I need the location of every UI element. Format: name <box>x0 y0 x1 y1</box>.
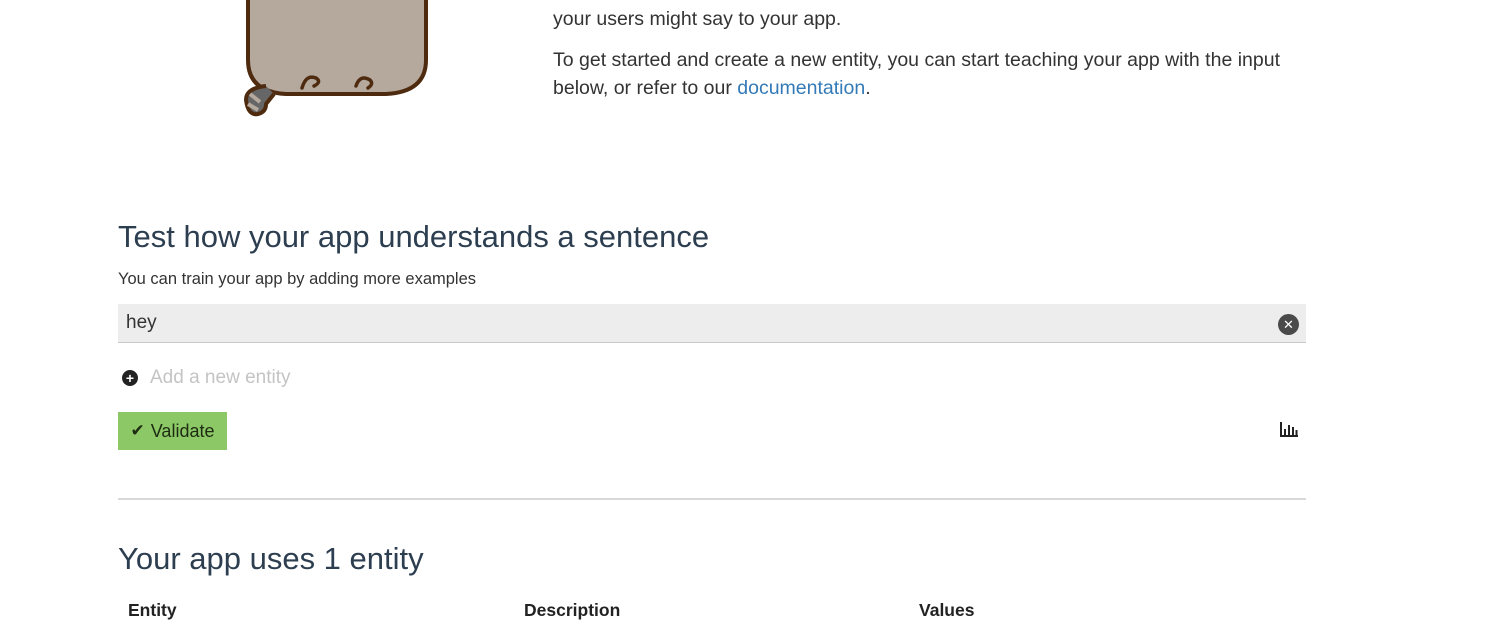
column-header-entity: Entity <box>128 600 177 620</box>
check-icon: ✔ <box>130 421 145 440</box>
intro-line-1: your users might say to your app. <box>553 8 842 30</box>
add-entity-button[interactable]: + Add a new entity <box>122 366 290 390</box>
test-section-subtitle: You can train your app by adding more ex… <box>118 270 477 288</box>
column-header-description: Description <box>524 600 621 620</box>
documentation-link[interactable]: documentation <box>737 77 865 99</box>
mascot-illustration <box>244 0 428 117</box>
intro-line-2-text: To get started and create a new entity, … <box>553 49 1280 99</box>
sentence-box: ✕ <box>118 304 1306 343</box>
close-icon[interactable]: ✕ <box>1278 314 1299 335</box>
section-divider <box>118 498 1306 500</box>
validate-label: Validate <box>150 420 215 441</box>
entities-section-title: Your app uses 1 entity <box>118 541 424 576</box>
plus-circle-icon: + <box>122 370 138 386</box>
intro-line-2-end: . <box>865 77 871 99</box>
sentence-input[interactable] <box>118 304 1268 342</box>
intro-line-2: To get started and create a new entity, … <box>553 46 1313 102</box>
test-section-title: Test how your app understands a sentence <box>118 219 710 254</box>
bar-chart-icon[interactable] <box>1279 421 1299 438</box>
add-entity-label: Add a new entity <box>150 367 291 388</box>
page: your users might say to your app. To get… <box>0 0 1501 625</box>
column-header-values: Values <box>919 600 975 620</box>
validate-button[interactable]: ✔ Validate <box>118 412 227 450</box>
